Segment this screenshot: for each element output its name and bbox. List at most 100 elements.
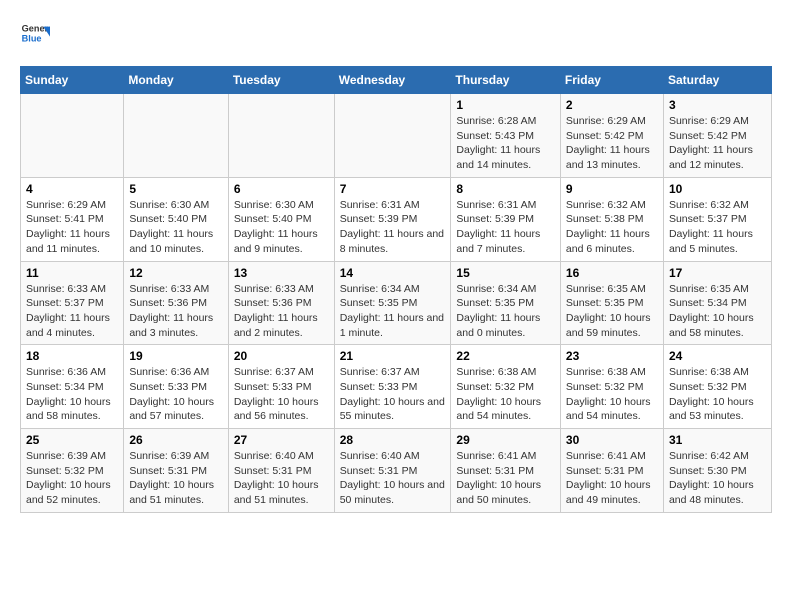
day-info: Sunrise: 6:33 AM Sunset: 5:36 PM Dayligh… xyxy=(129,282,222,341)
day-number: 22 xyxy=(456,349,555,363)
day-info: Sunrise: 6:37 AM Sunset: 5:33 PM Dayligh… xyxy=(340,365,446,424)
day-info: Sunrise: 6:41 AM Sunset: 5:31 PM Dayligh… xyxy=(456,449,555,508)
day-info: Sunrise: 6:30 AM Sunset: 5:40 PM Dayligh… xyxy=(234,198,329,257)
page-header: General Blue xyxy=(20,20,772,50)
day-number: 18 xyxy=(26,349,118,363)
day-info: Sunrise: 6:34 AM Sunset: 5:35 PM Dayligh… xyxy=(340,282,446,341)
day-number: 21 xyxy=(340,349,446,363)
day-number: 15 xyxy=(456,266,555,280)
day-number: 12 xyxy=(129,266,222,280)
day-number: 6 xyxy=(234,182,329,196)
day-number: 17 xyxy=(669,266,766,280)
day-number: 2 xyxy=(566,98,658,112)
calendar-cell: 16 Sunrise: 6:35 AM Sunset: 5:35 PM Dayli… xyxy=(560,261,663,345)
day-info: Sunrise: 6:32 AM Sunset: 5:38 PM Dayligh… xyxy=(566,198,658,257)
day-number: 5 xyxy=(129,182,222,196)
calendar-cell: 10 Sunrise: 6:32 AM Sunset: 5:37 PM Dayli… xyxy=(663,177,771,261)
day-info: Sunrise: 6:36 AM Sunset: 5:33 PM Dayligh… xyxy=(129,365,222,424)
day-info: Sunrise: 6:33 AM Sunset: 5:37 PM Dayligh… xyxy=(26,282,118,341)
calendar-week-row: 25 Sunrise: 6:39 AM Sunset: 5:32 PM Dayli… xyxy=(21,429,772,513)
logo-icon: General Blue xyxy=(20,20,50,50)
calendar-cell: 20 Sunrise: 6:37 AM Sunset: 5:33 PM Dayli… xyxy=(228,345,334,429)
day-number: 11 xyxy=(26,266,118,280)
day-number: 20 xyxy=(234,349,329,363)
day-number: 4 xyxy=(26,182,118,196)
calendar-cell: 27 Sunrise: 6:40 AM Sunset: 5:31 PM Dayli… xyxy=(228,429,334,513)
day-number: 16 xyxy=(566,266,658,280)
calendar-cell: 3 Sunrise: 6:29 AM Sunset: 5:42 PM Daylig… xyxy=(663,94,771,178)
day-info: Sunrise: 6:29 AM Sunset: 5:42 PM Dayligh… xyxy=(669,114,766,173)
calendar-cell: 1 Sunrise: 6:28 AM Sunset: 5:43 PM Daylig… xyxy=(451,94,561,178)
day-info: Sunrise: 6:36 AM Sunset: 5:34 PM Dayligh… xyxy=(26,365,118,424)
day-of-week-header: Sunday xyxy=(21,67,124,94)
calendar-cell: 25 Sunrise: 6:39 AM Sunset: 5:32 PM Dayli… xyxy=(21,429,124,513)
day-number: 10 xyxy=(669,182,766,196)
day-number: 14 xyxy=(340,266,446,280)
day-info: Sunrise: 6:28 AM Sunset: 5:43 PM Dayligh… xyxy=(456,114,555,173)
calendar-cell: 19 Sunrise: 6:36 AM Sunset: 5:33 PM Dayli… xyxy=(124,345,228,429)
day-number: 8 xyxy=(456,182,555,196)
calendar-cell: 13Sunrise: 6:33 AM Sunset: 5:36 PM Dayli… xyxy=(228,261,334,345)
day-info: Sunrise: 6:41 AM Sunset: 5:31 PM Dayligh… xyxy=(566,449,658,508)
day-number: 13 xyxy=(234,266,329,280)
day-info: Sunrise: 6:40 AM Sunset: 5:31 PM Dayligh… xyxy=(234,449,329,508)
calendar-cell xyxy=(334,94,451,178)
calendar-week-row: 18 Sunrise: 6:36 AM Sunset: 5:34 PM Dayli… xyxy=(21,345,772,429)
calendar-cell: 6 Sunrise: 6:30 AM Sunset: 5:40 PM Daylig… xyxy=(228,177,334,261)
day-number: 27 xyxy=(234,433,329,447)
day-info: Sunrise: 6:34 AM Sunset: 5:35 PM Dayligh… xyxy=(456,282,555,341)
calendar-header-row: SundayMondayTuesdayWednesdayThursdayFrid… xyxy=(21,67,772,94)
calendar-cell: 28 Sunrise: 6:40 AM Sunset: 5:31 PM Dayli… xyxy=(334,429,451,513)
calendar-week-row: 11 Sunrise: 6:33 AM Sunset: 5:37 PM Dayli… xyxy=(21,261,772,345)
day-info: Sunrise: 6:39 AM Sunset: 5:32 PM Dayligh… xyxy=(26,449,118,508)
day-info: Sunrise: 6:39 AM Sunset: 5:31 PM Dayligh… xyxy=(129,449,222,508)
calendar-cell: 9 Sunrise: 6:32 AM Sunset: 5:38 PM Daylig… xyxy=(560,177,663,261)
day-info: Sunrise: 6:35 AM Sunset: 5:35 PM Dayligh… xyxy=(566,282,658,341)
day-number: 3 xyxy=(669,98,766,112)
day-info: Sunrise: 6:31 AM Sunset: 5:39 PM Dayligh… xyxy=(456,198,555,257)
logo: General Blue xyxy=(20,20,50,50)
day-info: Sunrise: 6:32 AM Sunset: 5:37 PM Dayligh… xyxy=(669,198,766,257)
day-info: Sunrise: 6:38 AM Sunset: 5:32 PM Dayligh… xyxy=(566,365,658,424)
day-of-week-header: Wednesday xyxy=(334,67,451,94)
calendar-cell: 12 Sunrise: 6:33 AM Sunset: 5:36 PM Dayli… xyxy=(124,261,228,345)
calendar-week-row: 1 Sunrise: 6:28 AM Sunset: 5:43 PM Daylig… xyxy=(21,94,772,178)
day-number: 25 xyxy=(26,433,118,447)
calendar-cell: 2 Sunrise: 6:29 AM Sunset: 5:42 PM Daylig… xyxy=(560,94,663,178)
calendar-cell: 17 Sunrise: 6:35 AM Sunset: 5:34 PM Dayli… xyxy=(663,261,771,345)
day-info: Sunrise: 6:38 AM Sunset: 5:32 PM Dayligh… xyxy=(456,365,555,424)
calendar-cell: 29 Sunrise: 6:41 AM Sunset: 5:31 PM Dayli… xyxy=(451,429,561,513)
day-number: 7 xyxy=(340,182,446,196)
calendar-cell: 4Sunrise: 6:29 AM Sunset: 5:41 PM Daylig… xyxy=(21,177,124,261)
day-number: 28 xyxy=(340,433,446,447)
day-info: Sunrise: 6:37 AM Sunset: 5:33 PM Dayligh… xyxy=(234,365,329,424)
day-info: Sunrise: 6:40 AM Sunset: 5:31 PM Dayligh… xyxy=(340,449,446,508)
day-number: 1 xyxy=(456,98,555,112)
calendar-cell xyxy=(124,94,228,178)
calendar-cell: 18 Sunrise: 6:36 AM Sunset: 5:34 PM Dayli… xyxy=(21,345,124,429)
day-number: 31 xyxy=(669,433,766,447)
calendar-cell: 30Sunrise: 6:41 AM Sunset: 5:31 PM Dayli… xyxy=(560,429,663,513)
calendar-cell: 7 Sunrise: 6:31 AM Sunset: 5:39 PM Daylig… xyxy=(334,177,451,261)
day-info: Sunrise: 6:42 AM Sunset: 5:30 PM Dayligh… xyxy=(669,449,766,508)
calendar-cell: 24Sunrise: 6:38 AM Sunset: 5:32 PM Dayli… xyxy=(663,345,771,429)
calendar-table: SundayMondayTuesdayWednesdayThursdayFrid… xyxy=(20,66,772,513)
day-of-week-header: Tuesday xyxy=(228,67,334,94)
calendar-cell: 26 Sunrise: 6:39 AM Sunset: 5:31 PM Dayli… xyxy=(124,429,228,513)
day-of-week-header: Saturday xyxy=(663,67,771,94)
calendar-week-row: 4Sunrise: 6:29 AM Sunset: 5:41 PM Daylig… xyxy=(21,177,772,261)
calendar-cell xyxy=(21,94,124,178)
day-number: 29 xyxy=(456,433,555,447)
calendar-cell: 31 Sunrise: 6:42 AM Sunset: 5:30 PM Dayli… xyxy=(663,429,771,513)
day-number: 9 xyxy=(566,182,658,196)
day-number: 24 xyxy=(669,349,766,363)
calendar-cell: 15 Sunrise: 6:34 AM Sunset: 5:35 PM Dayli… xyxy=(451,261,561,345)
calendar-cell: 8 Sunrise: 6:31 AM Sunset: 5:39 PM Daylig… xyxy=(451,177,561,261)
day-info: Sunrise: 6:35 AM Sunset: 5:34 PM Dayligh… xyxy=(669,282,766,341)
day-number: 19 xyxy=(129,349,222,363)
day-info: Sunrise: 6:30 AM Sunset: 5:40 PM Dayligh… xyxy=(129,198,222,257)
day-info: Sunrise: 6:31 AM Sunset: 5:39 PM Dayligh… xyxy=(340,198,446,257)
day-info: Sunrise: 6:29 AM Sunset: 5:42 PM Dayligh… xyxy=(566,114,658,173)
day-of-week-header: Monday xyxy=(124,67,228,94)
day-number: 26 xyxy=(129,433,222,447)
